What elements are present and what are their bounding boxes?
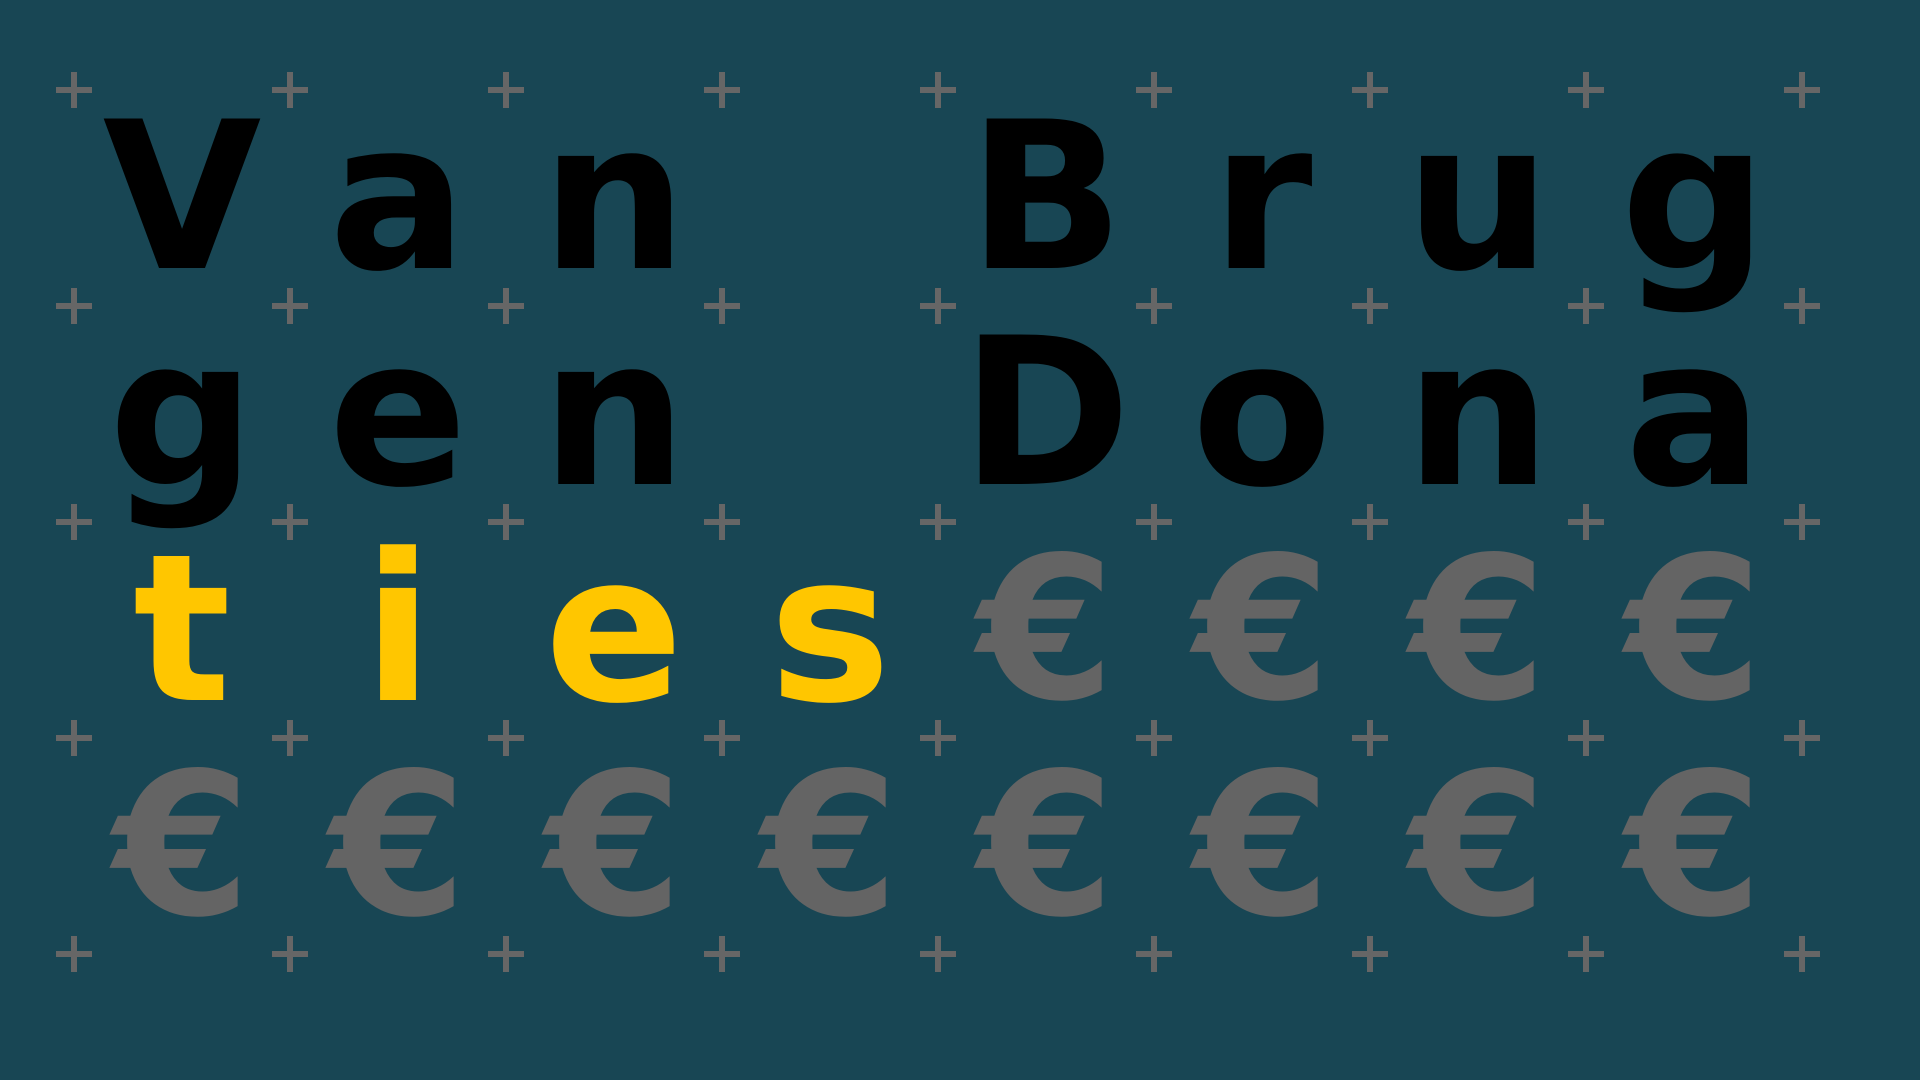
euro-icon: € bbox=[977, 730, 1115, 961]
letter-cell: D bbox=[960, 295, 1132, 533]
euro-icon: € bbox=[977, 514, 1115, 745]
euro-icon: € bbox=[1409, 730, 1547, 961]
letter-cell: e bbox=[328, 295, 468, 533]
space-cell bbox=[722, 306, 938, 522]
letter-cell: u bbox=[1405, 79, 1551, 317]
euro-icon: € bbox=[1409, 514, 1547, 745]
letter-cell: o bbox=[1191, 295, 1333, 533]
letter-cell: g bbox=[108, 295, 256, 533]
euro-icon: € bbox=[1193, 730, 1331, 961]
letter-cell: a bbox=[1624, 295, 1764, 533]
letter-cell: n bbox=[541, 295, 687, 533]
letter-grid: Van Bruggen Do n a t i e s € € € € € € € € € € € € bbox=[0, 0, 1920, 1080]
donation-banner: { "banner": { "title": "Van Bruggen Dona… bbox=[0, 0, 1920, 1080]
euro-icon: € bbox=[545, 730, 683, 961]
euro-icon: € bbox=[1625, 514, 1763, 745]
space-cell bbox=[722, 90, 938, 306]
letter-cell: i bbox=[362, 511, 434, 749]
letter-cell: n bbox=[1405, 295, 1551, 533]
euro-icon: € bbox=[1625, 730, 1763, 961]
letter-cell: a bbox=[328, 79, 468, 317]
letter-cell: g bbox=[1620, 79, 1768, 317]
letter-cell: V bbox=[102, 79, 262, 317]
euro-icon: € bbox=[761, 730, 899, 961]
letter-cell: s bbox=[768, 511, 892, 749]
letter-cell: n bbox=[541, 79, 687, 317]
euro-icon: € bbox=[329, 730, 467, 961]
euro-icon: € bbox=[113, 730, 251, 961]
letter-cell: B bbox=[967, 79, 1125, 317]
euro-icon: € bbox=[1193, 514, 1331, 745]
letter-cell: r bbox=[1211, 79, 1313, 317]
letter-cell: t bbox=[133, 511, 231, 749]
letter-cell: e bbox=[544, 511, 684, 749]
